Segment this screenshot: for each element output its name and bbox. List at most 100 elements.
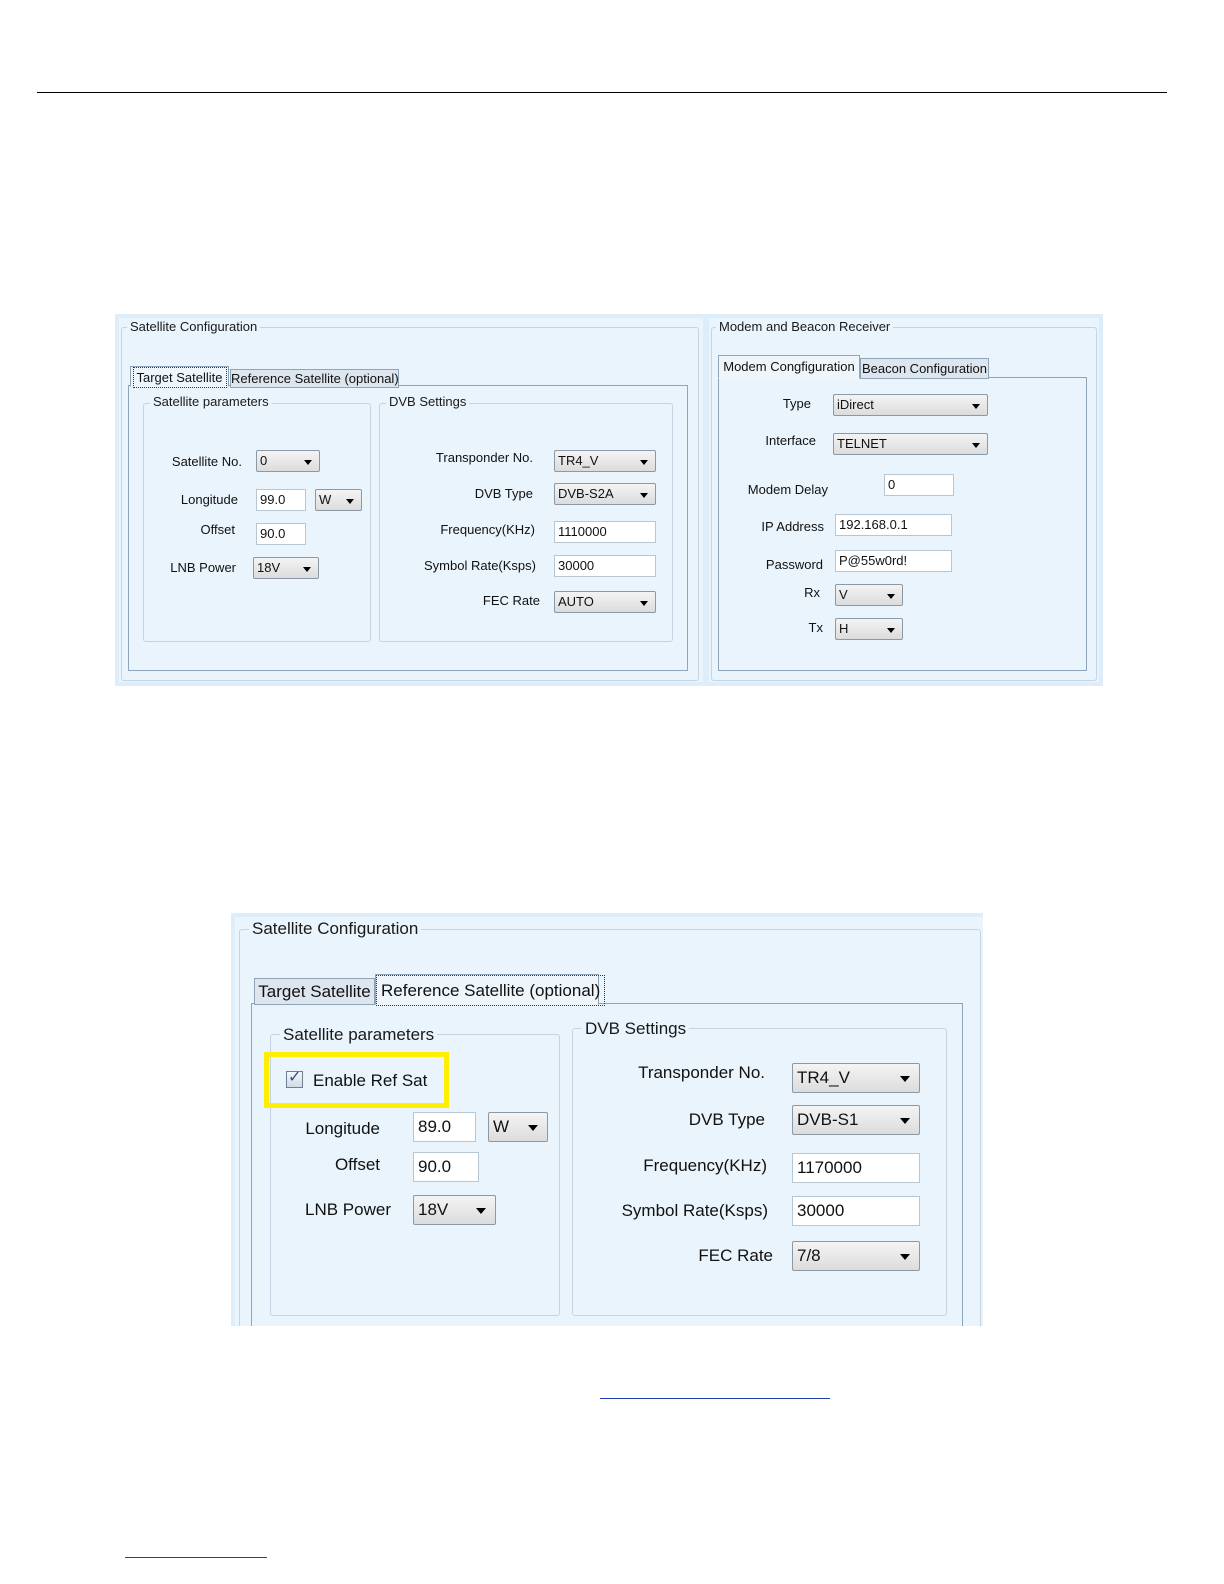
interface-label: Interface — [765, 433, 816, 448]
satellite-config-title: Satellite Configuration — [127, 319, 261, 334]
hyperlink-underline[interactable] — [125, 1557, 267, 1558]
satellite-config-title-zoom: Satellite Configuration — [249, 919, 422, 939]
fec-rate-label: FEC Rate — [482, 593, 540, 608]
rx-label: Rx — [804, 585, 820, 600]
chevron-down-icon — [304, 460, 312, 465]
tab-target-satellite-label: Target Satellite — [132, 367, 227, 388]
frequency-label: Frequency(KHz) — [440, 522, 535, 537]
dvb-type-select[interactable]: DVB-S2A — [554, 483, 656, 505]
frequency-input[interactable]: 1110000 — [554, 521, 656, 543]
longitude-label-zoom: Longitude — [305, 1119, 380, 1138]
dvb-settings-title-zoom: DVB Settings — [582, 1019, 690, 1039]
transponder-value: TR4_V — [558, 453, 599, 468]
chevron-down-icon — [528, 1125, 538, 1131]
lnb-power-label: LNB Power — [170, 560, 236, 575]
chevron-down-icon — [346, 499, 354, 504]
longitude-direction-value: W — [319, 492, 332, 507]
fec-rate-select-zoom[interactable]: 7/8 — [792, 1241, 920, 1271]
fec-rate-label-zoom: FEC Rate — [698, 1246, 773, 1265]
modem-type-value: iDirect — [837, 397, 874, 412]
tx-value: H — [839, 621, 849, 636]
symbol-rate-label: Symbol Rate(Ksps) — [424, 558, 536, 573]
chevron-down-icon — [640, 460, 648, 465]
tab-beacon-configuration[interactable]: Beacon Configuration — [860, 358, 989, 379]
satellite-config-panel-zoom: Satellite Configuration Target Satellite… — [235, 917, 983, 1326]
chevron-down-icon — [900, 1254, 910, 1260]
chevron-down-icon — [900, 1118, 910, 1124]
modem-beacon-panel: Modem and Beacon Receiver Modem Congfigu… — [709, 318, 1099, 682]
longitude-direction-select[interactable]: W — [315, 489, 362, 511]
satellite-no-select[interactable]: 0 — [256, 450, 320, 472]
chevron-down-icon — [476, 1208, 486, 1214]
transponder-select-zoom[interactable]: TR4_V — [792, 1063, 920, 1093]
chevron-down-icon — [640, 493, 648, 498]
interface-value: TELNET — [837, 436, 887, 451]
transponder-label-zoom: Transponder No. — [638, 1063, 765, 1082]
fec-rate-value: AUTO — [558, 594, 594, 609]
frequency-label-zoom: Frequency(KHz) — [643, 1156, 767, 1175]
lnb-power-select-zoom[interactable]: 18V — [413, 1195, 496, 1225]
offset-label-zoom: Offset — [334, 1155, 380, 1174]
satellite-parameters-title: Satellite parameters — [150, 394, 272, 409]
modem-delay-label: Modem Delay — [747, 482, 828, 497]
enable-ref-sat-label: Enable Ref Sat — [313, 1071, 428, 1090]
tab-target-satellite-label-zoom: Target Satellite — [258, 982, 371, 1001]
chevron-down-icon — [972, 404, 980, 409]
tab-reference-satellite-label-zoom: Reference Satellite (optional) — [376, 975, 606, 1006]
page-header-rule — [37, 92, 1167, 93]
rx-value: V — [839, 587, 848, 602]
symbol-rate-label-zoom: Symbol Rate(Ksps) — [621, 1201, 768, 1220]
longitude-direction-select-zoom[interactable]: W — [488, 1112, 548, 1142]
password-label: Password — [765, 557, 823, 572]
hyperlink-underline[interactable] — [600, 1398, 830, 1399]
enable-ref-sat-checkbox[interactable]: ✓ — [286, 1069, 303, 1088]
transponder-label: Transponder No. — [435, 450, 533, 465]
chevron-down-icon — [887, 594, 895, 599]
tab-modem-configuration[interactable]: Modem Congfiguration — [718, 355, 860, 379]
satellite-parameters-title-zoom: Satellite parameters — [280, 1025, 438, 1045]
offset-input-zoom[interactable]: 90.0 — [413, 1152, 479, 1182]
dvb-settings-title: DVB Settings — [386, 394, 470, 409]
tab-reference-satellite[interactable]: Reference Satellite (optional) — [230, 369, 399, 388]
dvb-type-label-zoom: DVB Type — [688, 1110, 765, 1129]
tx-select[interactable]: H — [835, 618, 903, 640]
transponder-value-zoom: TR4_V — [797, 1068, 850, 1087]
longitude-input[interactable]: 99.0 — [256, 489, 306, 511]
offset-label: Offset — [200, 522, 235, 537]
lnb-power-value: 18V — [257, 560, 281, 575]
tab-modem-configuration-label: Modem Congfiguration — [723, 359, 855, 374]
modem-type-select[interactable]: iDirect — [833, 394, 988, 416]
tab-target-satellite-zoom[interactable]: Target Satellite — [254, 978, 375, 1005]
screenshot-configuration-panels: Satellite Configuration Target Satellite… — [115, 314, 1103, 686]
rx-select[interactable]: V — [835, 584, 903, 606]
ip-address-input[interactable]: 192.168.0.1 — [835, 514, 952, 536]
tab-reference-satellite-zoom[interactable]: Reference Satellite (optional) — [375, 974, 606, 1006]
longitude-label: Longitude — [180, 492, 238, 507]
fec-rate-select[interactable]: AUTO — [554, 591, 656, 613]
longitude-direction-value-zoom: W — [493, 1117, 510, 1136]
tab-reference-satellite-label: Reference Satellite (optional) — [231, 371, 399, 386]
longitude-input-zoom[interactable]: 89.0 — [413, 1112, 476, 1142]
chevron-down-icon — [900, 1076, 910, 1082]
frequency-input-zoom[interactable]: 1170000 — [792, 1153, 920, 1183]
dvb-type-select-zoom[interactable]: DVB-S1 — [792, 1105, 920, 1135]
dvb-type-value-zoom: DVB-S1 — [797, 1110, 859, 1129]
satellite-no-value: 0 — [260, 453, 268, 468]
satellite-no-label: Satellite No. — [171, 454, 242, 469]
symbol-rate-input-zoom[interactable]: 30000 — [792, 1196, 920, 1226]
password-input[interactable]: P@55w0rd! — [835, 550, 952, 572]
modem-type-label: Type — [782, 396, 811, 411]
tab-target-satellite[interactable]: Target Satellite — [130, 366, 229, 388]
transponder-select[interactable]: TR4_V — [554, 450, 656, 472]
checkmark-icon: ✓ — [288, 1069, 302, 1086]
dvb-type-value: DVB-S2A — [558, 486, 614, 501]
tx-label: Tx — [808, 620, 823, 635]
dvb-type-label: DVB Type — [474, 486, 533, 501]
lnb-power-value-zoom: 18V — [418, 1200, 449, 1219]
interface-select[interactable]: TELNET — [833, 433, 988, 455]
symbol-rate-input[interactable]: 30000 — [554, 555, 656, 577]
offset-input[interactable]: 90.0 — [256, 523, 306, 545]
modem-delay-input[interactable]: 0 — [884, 474, 954, 496]
fec-rate-value-zoom: 7/8 — [797, 1246, 821, 1265]
lnb-power-select[interactable]: 18V — [253, 557, 319, 579]
